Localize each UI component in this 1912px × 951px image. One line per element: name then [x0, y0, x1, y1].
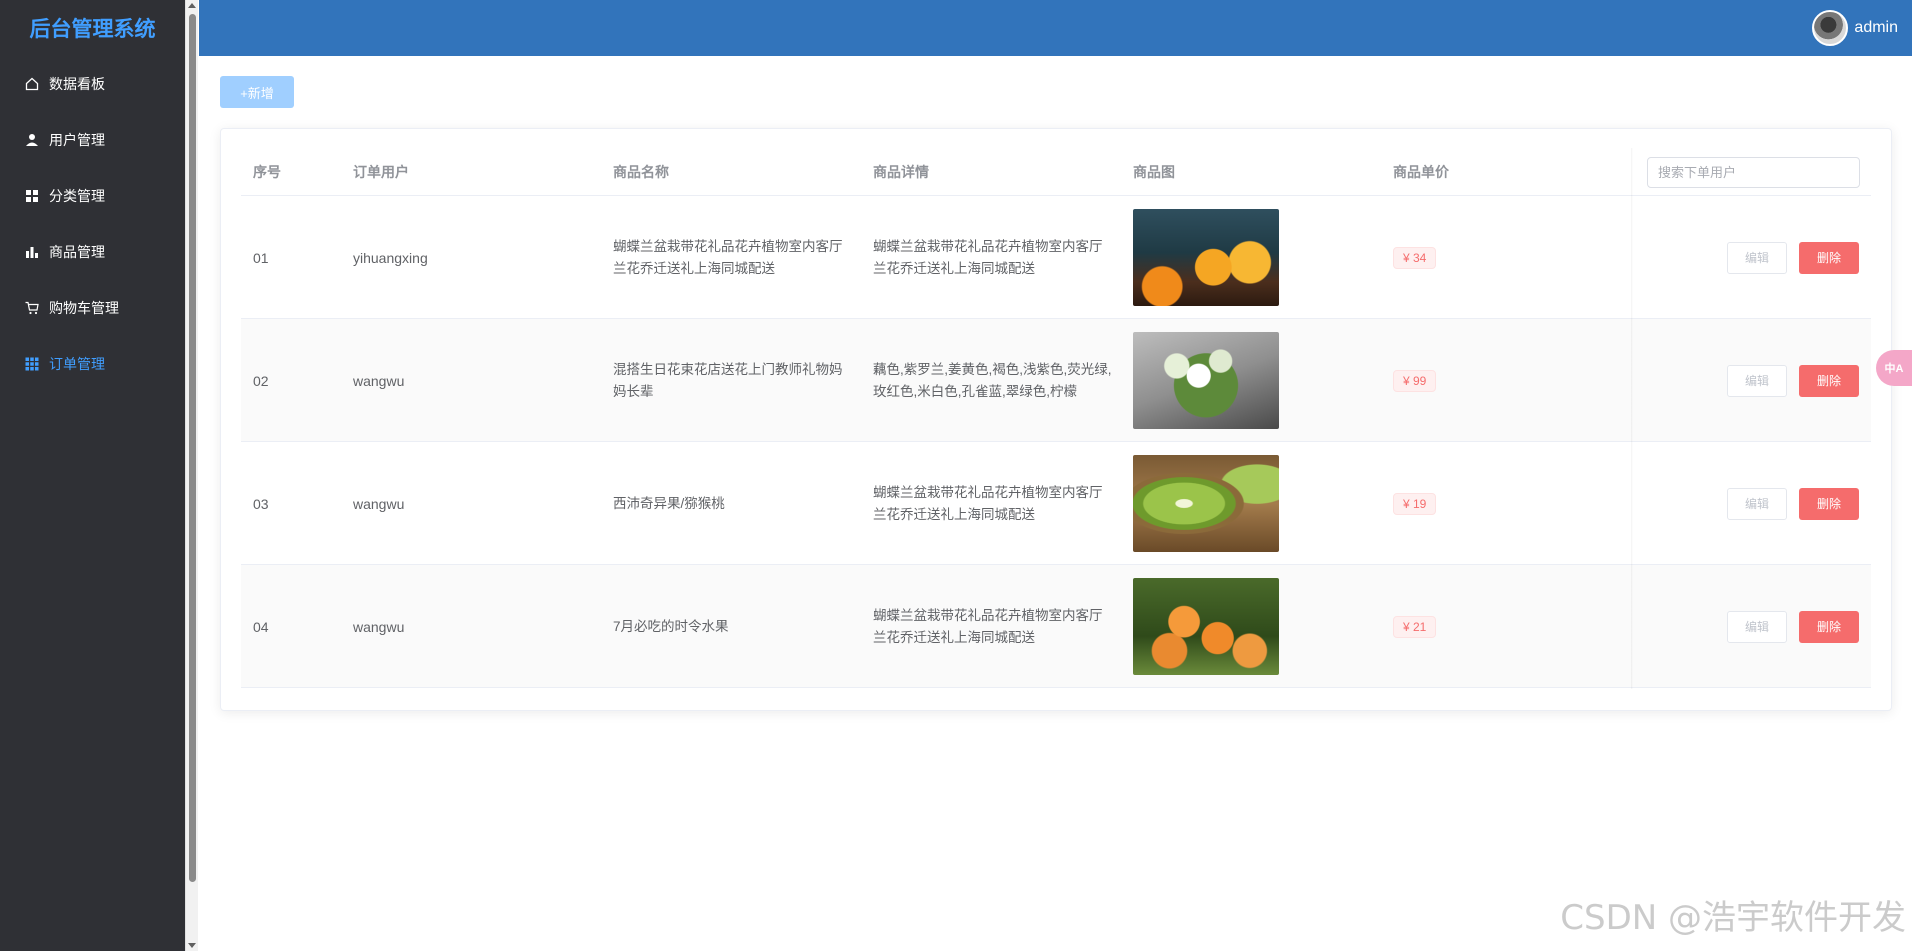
row-actions: 编辑 删除 [1633, 442, 1871, 565]
row-price-cell: ¥ 19 [1393, 442, 1633, 565]
sidebar-item-label: 商品管理 [49, 244, 105, 260]
row-index: 03 [253, 495, 269, 512]
row-product-detail: 藕色,紫罗兰,姜黄色,褐色,浅紫色,荧光绿,玫红色,米白色,孔雀蓝,翠绿色,柠檬 [873, 361, 1112, 399]
row-product-name: 混搭生日花束花店送花上门教师礼物妈妈长辈 [613, 361, 843, 399]
sidebar-item-label: 用户管理 [49, 132, 105, 148]
user-menu[interactable]: admin [1812, 10, 1898, 46]
apps-icon [24, 356, 40, 372]
table-row: 01 yihuangxing 蝴蝶兰盆栽带花礼品花卉植物室内客厅兰花乔迁送礼上海… [241, 196, 1871, 319]
row-price-cell: ¥ 34 [1393, 196, 1633, 319]
sidebar-item-label: 购物车管理 [49, 300, 119, 316]
username: admin [1854, 19, 1898, 36]
sidebar-item-products[interactable]: 商品管理 [0, 224, 185, 280]
row-price-cell: ¥ 21 [1393, 565, 1633, 688]
row-product-detail: 蝴蝶兰盆栽带花礼品花卉植物室内客厅兰花乔迁送礼上海同城配送 [873, 607, 1103, 645]
sidebar-item-dashboard[interactable]: 数据看板 [0, 56, 185, 112]
price-tag: ¥ 21 [1393, 615, 1437, 638]
sidebar-item-cart[interactable]: 购物车管理 [0, 280, 185, 336]
sidebar-item-categories[interactable]: 分类管理 [0, 168, 185, 224]
row-index: 01 [253, 249, 269, 266]
edit-button[interactable]: 编辑 [1727, 610, 1787, 643]
sidebar-item-orders[interactable]: 订单管理 [0, 336, 185, 392]
app-root: 后台管理系统 数据看板 用户管理 分类管理 商品管理 购物车管理 订单管理 ad… [0, 0, 1912, 951]
sidebar-item-label: 分类管理 [49, 188, 105, 204]
bar-chart-icon [24, 244, 40, 260]
delete-button[interactable]: 删除 [1799, 610, 1859, 643]
price-tag: ¥ 19 [1393, 492, 1437, 515]
product-image-apricot[interactable] [1133, 578, 1279, 675]
sidebar-item-users[interactable]: 用户管理 [0, 112, 185, 168]
row-index: 02 [253, 372, 269, 389]
top-header: admin [199, 0, 1912, 56]
avatar[interactable] [1812, 10, 1849, 46]
row-actions: 编辑 删除 [1633, 319, 1871, 442]
table-row: 02 wangwu 混搭生日花束花店送花上门教师礼物妈妈长辈 藕色,紫罗兰,姜黄… [241, 319, 1871, 442]
sidebar-item-label: 订单管理 [49, 356, 105, 372]
edit-button[interactable]: 编辑 [1727, 487, 1787, 520]
orders-table: 序号 订单用户 商品名称 商品详情 商品图 商品单价 01 yihuangxin… [241, 149, 1871, 688]
sidebar: 后台管理系统 数据看板 用户管理 分类管理 商品管理 购物车管理 订单管理 [0, 0, 185, 951]
row-product-name: 西沛奇异果/猕猴桃 [613, 495, 725, 511]
delete-button[interactable]: 删除 [1799, 487, 1859, 520]
watermark: CSDN @浩宇软件开发 [1560, 898, 1906, 938]
row-product-name: 7月必吃的时令水果 [613, 618, 729, 634]
row-image-cell [1133, 565, 1373, 688]
row-actions: 编辑 删除 [1633, 565, 1871, 688]
table-row: 03 wangwu 西沛奇异果/猕猴桃 蝴蝶兰盆栽带花礼品花卉植物室内客厅兰花乔… [241, 442, 1871, 565]
row-price-cell: ¥ 99 [1393, 319, 1633, 442]
price-tag: ¥ 99 [1393, 369, 1437, 392]
delete-button[interactable]: 删除 [1799, 364, 1859, 397]
grid-icon [24, 188, 40, 204]
scrollbar-thumb[interactable] [189, 14, 196, 882]
edit-button[interactable]: 编辑 [1727, 241, 1787, 274]
scroll-down-arrow-icon[interactable] [188, 943, 196, 948]
scroll-up-arrow-icon[interactable] [188, 3, 196, 8]
row-product-detail: 蝴蝶兰盆栽带花礼品花卉植物室内客厅兰花乔迁送礼上海同城配送 [873, 484, 1103, 522]
row-image-cell [1133, 442, 1373, 565]
edit-button[interactable]: 编辑 [1727, 364, 1787, 397]
row-product-name: 蝴蝶兰盆栽带花礼品花卉植物室内客厅兰花乔迁送礼上海同城配送 [613, 238, 843, 276]
row-user: wangwu [353, 372, 405, 389]
user-icon [24, 132, 40, 148]
product-image-kiwi[interactable] [1133, 455, 1279, 552]
brand-title: 后台管理系统 [29, 18, 156, 41]
sidebar-scrollbar[interactable] [185, 0, 198, 951]
translate-float-button[interactable]: 中A [1876, 350, 1912, 386]
fixed-column-divider [1631, 148, 1633, 689]
column-header-image: 商品图 [1133, 164, 1175, 180]
column-header-index: 序号 [253, 164, 281, 180]
row-user: yihuangxing [353, 249, 428, 266]
orders-table-card: 序号 订单用户 商品名称 商品详情 商品图 商品单价 01 yihuangxin… [220, 128, 1892, 711]
home-icon [24, 76, 40, 92]
column-header-price: 商品单价 [1393, 164, 1449, 180]
column-header-detail: 商品详情 [873, 164, 929, 180]
search-input[interactable] [1647, 157, 1860, 188]
delete-button[interactable]: 删除 [1799, 241, 1859, 274]
table-header: 序号 订单用户 商品名称 商品详情 商品图 商品单价 [241, 149, 1871, 196]
row-product-detail: 蝴蝶兰盆栽带花礼品花卉植物室内客厅兰花乔迁送礼上海同城配送 [873, 238, 1103, 276]
column-header-name: 商品名称 [613, 164, 669, 180]
cart-icon [24, 300, 40, 316]
sidebar-item-label: 数据看板 [49, 76, 105, 92]
column-header-user: 订单用户 [353, 164, 409, 180]
row-image-cell [1133, 196, 1373, 319]
add-button[interactable]: +新增 [220, 76, 294, 108]
row-image-cell [1133, 319, 1373, 442]
price-tag: ¥ 34 [1393, 246, 1437, 269]
row-actions: 编辑 删除 [1633, 196, 1871, 319]
row-index: 04 [253, 618, 269, 635]
product-image-juice[interactable] [1133, 209, 1279, 306]
row-user: wangwu [353, 618, 405, 635]
product-image-flowers[interactable] [1133, 332, 1279, 429]
row-user: wangwu [353, 495, 405, 512]
table-row: 04 wangwu 7月必吃的时令水果 蝴蝶兰盆栽带花礼品花卉植物室内客厅兰花乔… [241, 565, 1871, 688]
